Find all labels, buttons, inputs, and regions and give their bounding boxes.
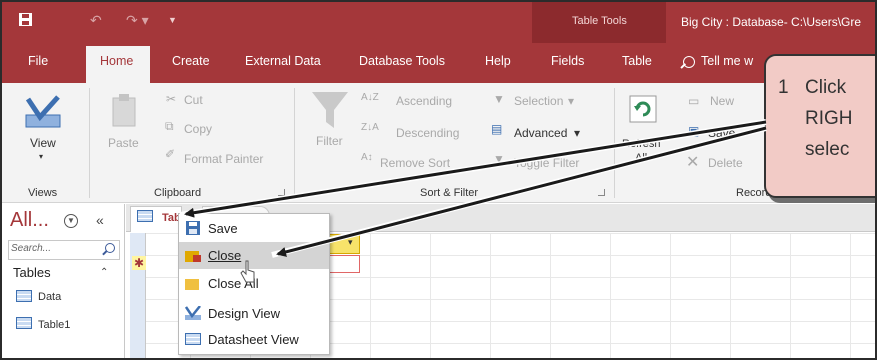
callout-arrows: [179, 119, 767, 258]
access-window: ↶ ↷ ▾ ▼ Table Tools Big City : Database-…: [0, 0, 877, 360]
